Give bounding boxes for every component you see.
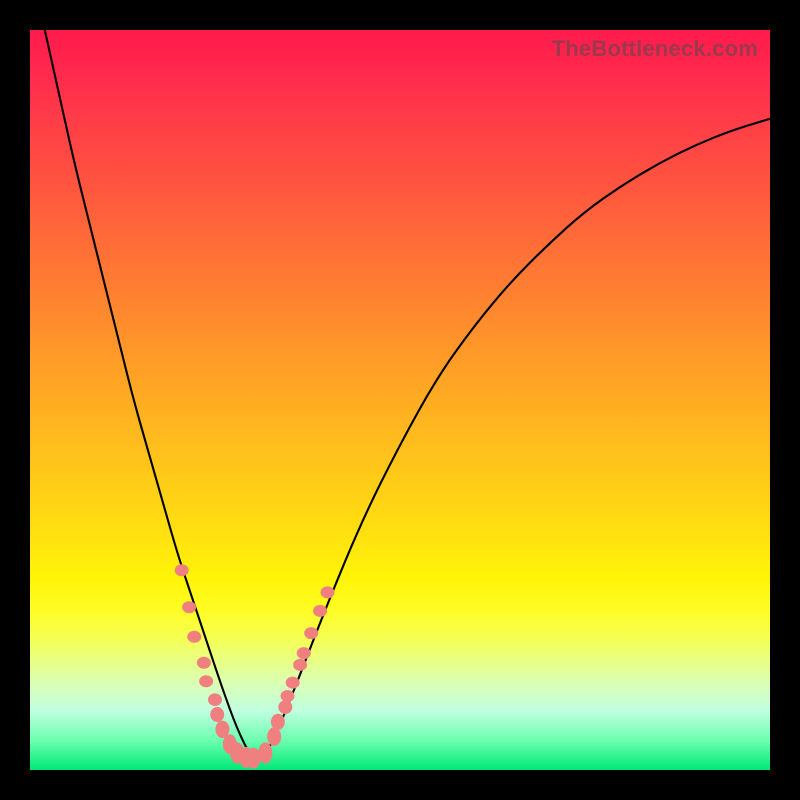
sample-dot bbox=[197, 657, 211, 669]
sample-dot bbox=[210, 707, 224, 722]
sample-dot bbox=[199, 675, 213, 687]
sample-dot bbox=[313, 605, 327, 617]
sample-dot bbox=[320, 586, 334, 598]
sample-dot bbox=[258, 742, 272, 763]
sample-dot bbox=[297, 647, 311, 659]
sample-dot bbox=[187, 631, 201, 643]
bottleneck-curve bbox=[45, 30, 770, 757]
sample-dot bbox=[267, 727, 281, 746]
sample-dot bbox=[278, 700, 292, 714]
sample-dot bbox=[281, 690, 295, 702]
chart-container: TheBottleneck.com bbox=[0, 0, 800, 800]
sample-dot bbox=[304, 627, 318, 639]
sample-dot bbox=[293, 659, 307, 671]
sample-dots bbox=[175, 564, 335, 769]
sample-dot bbox=[208, 693, 222, 706]
chart-svg bbox=[30, 30, 770, 770]
plot-area: TheBottleneck.com bbox=[30, 30, 770, 770]
sample-dot bbox=[271, 714, 285, 730]
sample-dot bbox=[286, 677, 300, 689]
sample-dot bbox=[246, 748, 260, 769]
sample-dot bbox=[175, 564, 189, 576]
sample-dot bbox=[182, 601, 196, 613]
